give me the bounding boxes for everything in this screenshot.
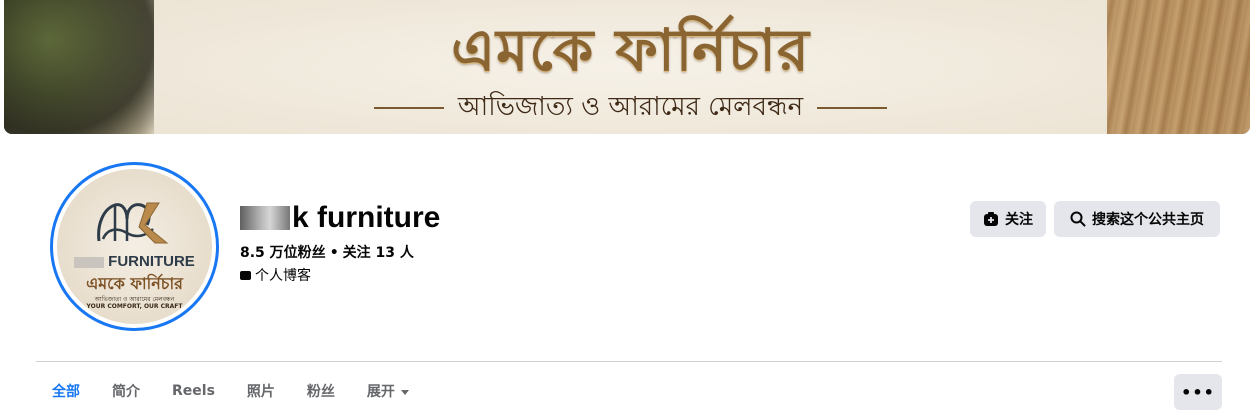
tab-all[interactable]: 全部	[36, 370, 96, 412]
profile-avatar[interactable]: FURNITURE এমকে ফার্নিচার আভিজাত্য ও আরাম…	[50, 162, 219, 331]
tab-more-dropdown[interactable]: 展开	[351, 370, 425, 412]
ellipsis-icon: •••	[1181, 382, 1215, 402]
cover-subtitle: আভিজাত্য ও আরামের মেলবন্ধন	[457, 92, 804, 122]
search-page-button-label: 搜索这个公共主页	[1092, 212, 1204, 228]
avatar-brand: FURNITURE	[57, 253, 212, 270]
more-options-button[interactable]: •••	[1174, 374, 1222, 410]
follow-button-label: 关注	[1005, 212, 1033, 228]
tab-about[interactable]: 简介	[96, 370, 156, 412]
cover-wood-decoration	[1100, 0, 1250, 134]
cover-divider-left	[373, 107, 444, 109]
page-category: 个人博客	[240, 265, 311, 285]
search-icon	[1070, 211, 1086, 227]
page-title[interactable]: k furniture	[240, 199, 440, 237]
page-stats: 8.5 万位粉丝 • 关注 13 人	[240, 242, 414, 262]
category-label: 个人博客	[255, 268, 311, 284]
cover-photo[interactable]: এমকে ফার্নিচার আভিজাত্য ও আরামের মেলবন্ধ…	[4, 0, 1250, 134]
avatar-tagline-en: YOUR COMFORT, OUR CRAFT	[86, 303, 183, 310]
avatar-redacted-text	[74, 256, 105, 268]
avatar-image: FURNITURE এমকে ফার্নিচার আভিজাত্য ও আরাম…	[57, 169, 212, 324]
page-tabs: 全部 简介 Reels 照片 粉丝 展开	[36, 370, 425, 412]
search-page-button[interactable]: 搜索这个公共主页	[1054, 201, 1220, 237]
cover-plant-decoration	[4, 0, 154, 134]
mk-logo-icon	[97, 202, 169, 244]
redacted-name-part	[240, 206, 290, 230]
caret-down-icon	[400, 389, 409, 395]
cover-divider-right	[817, 107, 888, 109]
tab-photos[interactable]: 照片	[231, 370, 291, 412]
cover-panel: এমকে ফার্নিচার আভিজাত্য ও আরামের মেলবন্ধ…	[154, 0, 1107, 134]
follow-icon	[984, 212, 998, 226]
cover-subtitle-row: আভিজাত্য ও আরামের মেলবন্ধন	[154, 90, 1107, 126]
header-divider	[36, 361, 1222, 362]
following-link[interactable]: 关注 13 人	[343, 245, 414, 261]
tab-reels[interactable]: Reels	[156, 370, 231, 412]
followers-link[interactable]: 8.5 万位粉丝	[240, 245, 326, 261]
briefcase-icon	[240, 270, 251, 280]
follow-button[interactable]: 关注	[970, 201, 1046, 237]
tab-followers[interactable]: 粉丝	[291, 370, 351, 412]
stats-separator: •	[329, 245, 339, 261]
